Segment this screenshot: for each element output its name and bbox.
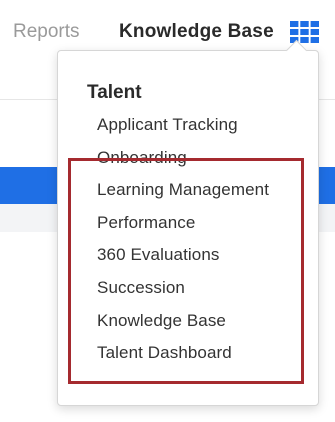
- nav-reports-link[interactable]: Reports: [13, 20, 80, 44]
- grid-icon[interactable]: [290, 21, 319, 43]
- section-title-talent: Talent: [87, 82, 142, 103]
- nav-knowledge-base-link[interactable]: Knowledge Base: [119, 20, 274, 44]
- menu-item-onboarding[interactable]: Onboarding: [97, 146, 269, 179]
- menu-item-performance[interactable]: Performance: [97, 211, 269, 244]
- menu-item-knowledge-base[interactable]: Knowledge Base: [97, 309, 269, 342]
- menu-item-360-evaluations[interactable]: 360 Evaluations: [97, 243, 269, 276]
- menu-item-succession[interactable]: Succession: [97, 276, 269, 309]
- menu-item-learning-management[interactable]: Learning Management: [97, 178, 269, 211]
- menu-item-talent-dashboard[interactable]: Talent Dashboard: [97, 341, 269, 374]
- menu-item-applicant-tracking[interactable]: Applicant Tracking: [97, 113, 269, 146]
- talent-menu-list: Applicant Tracking Onboarding Learning M…: [97, 113, 269, 374]
